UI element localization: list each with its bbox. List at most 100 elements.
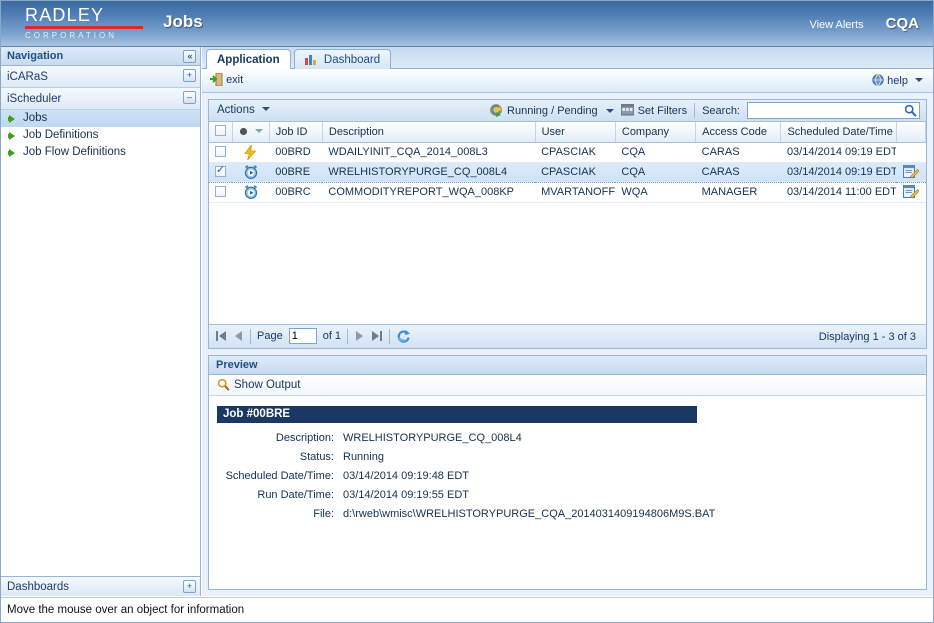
column-header-description[interactable]: Description: [322, 122, 535, 142]
refresh-icon[interactable]: [396, 329, 411, 343]
preview-body: Job #00BRE Description: WRELHISTORYPURGE…: [209, 396, 926, 524]
row-checkbox[interactable]: [215, 186, 226, 197]
tab-application[interactable]: Application: [206, 49, 291, 71]
magnifier-icon: [217, 378, 230, 392]
magnifier-icon[interactable]: [904, 104, 917, 120]
refresh-status-icon: [490, 104, 503, 117]
row-status-cell: [232, 162, 269, 182]
cell-job-id: 00BRC: [269, 182, 322, 202]
chevron-down-icon: [255, 129, 263, 133]
field-label: Scheduled Date/Time:: [217, 467, 343, 486]
view-alerts-link[interactable]: View Alerts: [809, 19, 863, 31]
cell-action: [896, 142, 925, 162]
jobs-grid-panel: Actions Running / Pending: [208, 99, 927, 349]
column-header-access-code[interactable]: Access Code: [696, 122, 781, 142]
show-output-label: Show Output: [234, 379, 300, 391]
sidebar-group-icaras[interactable]: iCARaS +: [1, 66, 200, 88]
filter-icon: [621, 104, 634, 117]
expand-icon[interactable]: +: [183, 580, 196, 593]
select-all-header[interactable]: [209, 122, 232, 142]
prev-page-icon[interactable]: [234, 330, 244, 342]
preview-panel: Preview Show Output Job #00BRE De: [208, 355, 927, 590]
arrow-right-icon: [9, 132, 15, 140]
preview-field-file: File: d:\rweb\wmisc\WRELHISTORYPURGE_CQA…: [217, 505, 926, 524]
cell-access-code: CARAS: [696, 142, 781, 162]
cell-description: COMMODITYREPORT_WQA_008KP: [322, 182, 535, 202]
tab-dashboard-label: Dashboard: [324, 54, 380, 66]
table-row[interactable]: 00BRC COMMODITYREPORT_WQA_008KP MVARTANO…: [209, 182, 926, 202]
row-status-cell: [232, 182, 269, 202]
page-number-input[interactable]: [289, 328, 317, 344]
next-page-icon[interactable]: [354, 330, 364, 342]
row-checkbox[interactable]: [215, 166, 226, 177]
preview-field-description: Description: WRELHISTORYPURGE_CQ_008L4: [217, 429, 926, 448]
cell-action[interactable]: [896, 162, 925, 182]
set-filters-button[interactable]: Set Filters: [621, 104, 688, 117]
table-header-row: Job ID Description User Company Access C…: [209, 122, 926, 142]
page-total-label: of 1: [323, 330, 341, 342]
row-select-cell[interactable]: [209, 182, 232, 202]
jobs-table: Job ID Description User Company Access C…: [209, 122, 926, 203]
pagination-controls: Page of 1: [215, 328, 411, 344]
navigation-title-label: Navigation: [7, 50, 63, 62]
show-output-button[interactable]: Show Output: [217, 378, 300, 392]
edit-document-icon[interactable]: [903, 167, 919, 179]
logo-sub-text: CORPORATION: [25, 31, 145, 41]
row-checkbox[interactable]: [215, 146, 226, 157]
cell-scheduled: 03/14/2014 11:00 EDT: [781, 182, 896, 202]
field-value: d:\rweb\wmisc\WRELHISTORYPURGE_CQA_20140…: [343, 505, 715, 524]
row-select-cell[interactable]: [209, 142, 232, 162]
first-page-icon[interactable]: [215, 330, 228, 342]
tab-dashboard[interactable]: Dashboard: [294, 49, 391, 70]
sidebar-group-icaras-label: iCARaS: [7, 71, 48, 83]
select-all-checkbox[interactable]: [215, 125, 226, 136]
sidebar-group-dashboards[interactable]: Dashboards +: [1, 576, 200, 596]
grid-toolbar: Actions Running / Pending: [209, 100, 926, 122]
cell-access-code: CARAS: [696, 162, 781, 182]
pager-divider: [389, 329, 390, 344]
row-status-cell: [232, 142, 269, 162]
grid-toolbar-right: Running / Pending: [490, 102, 920, 119]
column-header-job-id[interactable]: Job ID: [269, 122, 322, 142]
cell-user: CPASCIAK: [535, 162, 615, 182]
field-label: Description:: [217, 429, 343, 448]
exit-button[interactable]: exit: [210, 73, 243, 86]
sidebar-item-job-definitions[interactable]: Job Definitions: [1, 127, 200, 144]
preview-field-scheduled: Scheduled Date/Time: 03/14/2014 09:19:48…: [217, 467, 926, 486]
cell-job-id: 00BRD: [269, 142, 322, 162]
sidebar-collapse-icon[interactable]: «: [183, 50, 196, 63]
row-select-cell[interactable]: [209, 162, 232, 182]
table-row[interactable]: 00BRE WRELHISTORYPURGE_CQ_008L4 CPASCIAK…: [209, 162, 926, 182]
collapse-icon[interactable]: –: [183, 91, 196, 104]
status-column-header[interactable]: [232, 122, 269, 142]
page-label: Page: [257, 330, 283, 342]
column-header-company[interactable]: Company: [615, 122, 695, 142]
search-input[interactable]: [747, 102, 920, 119]
cell-action[interactable]: [896, 182, 925, 202]
preview-toolbar: Show Output: [209, 375, 926, 396]
navigation-title: Navigation «: [1, 47, 200, 66]
field-value: WRELHISTORYPURGE_CQ_008L4: [343, 429, 522, 448]
table-row[interactable]: 00BRD WDAILYINIT_CQA_2014_008L3 CPASCIAK…: [209, 142, 926, 162]
status-bar: Move the mouse over an object for inform…: [1, 597, 933, 622]
tab-strip: Application Dashboard: [202, 47, 933, 69]
cell-company: CQA: [615, 162, 695, 182]
column-header-scheduled[interactable]: Scheduled Date/Time: [781, 122, 896, 142]
pager-divider: [347, 329, 348, 344]
help-button[interactable]: help: [872, 74, 923, 87]
expand-icon[interactable]: +: [183, 69, 196, 82]
help-globe-icon: [872, 75, 887, 87]
cell-description: WDAILYINIT_CQA_2014_008L3: [322, 142, 535, 162]
status-filter-button[interactable]: Running / Pending: [490, 104, 614, 117]
alarm-clock-icon: [244, 167, 258, 179]
actions-menu-button[interactable]: Actions: [217, 104, 270, 116]
column-header-user[interactable]: User: [535, 122, 615, 142]
cell-company: CQA: [615, 142, 695, 162]
sidebar-item-job-flow-definitions[interactable]: Job Flow Definitions: [1, 144, 200, 161]
cell-access-code: MANAGER: [696, 182, 781, 202]
sidebar-item-jobs[interactable]: Jobs: [1, 110, 200, 127]
last-page-icon[interactable]: [370, 330, 383, 342]
sidebar-group-ischeduler[interactable]: iScheduler –: [1, 88, 200, 110]
edit-document-icon[interactable]: [903, 187, 919, 199]
arrow-right-icon: [9, 115, 15, 123]
